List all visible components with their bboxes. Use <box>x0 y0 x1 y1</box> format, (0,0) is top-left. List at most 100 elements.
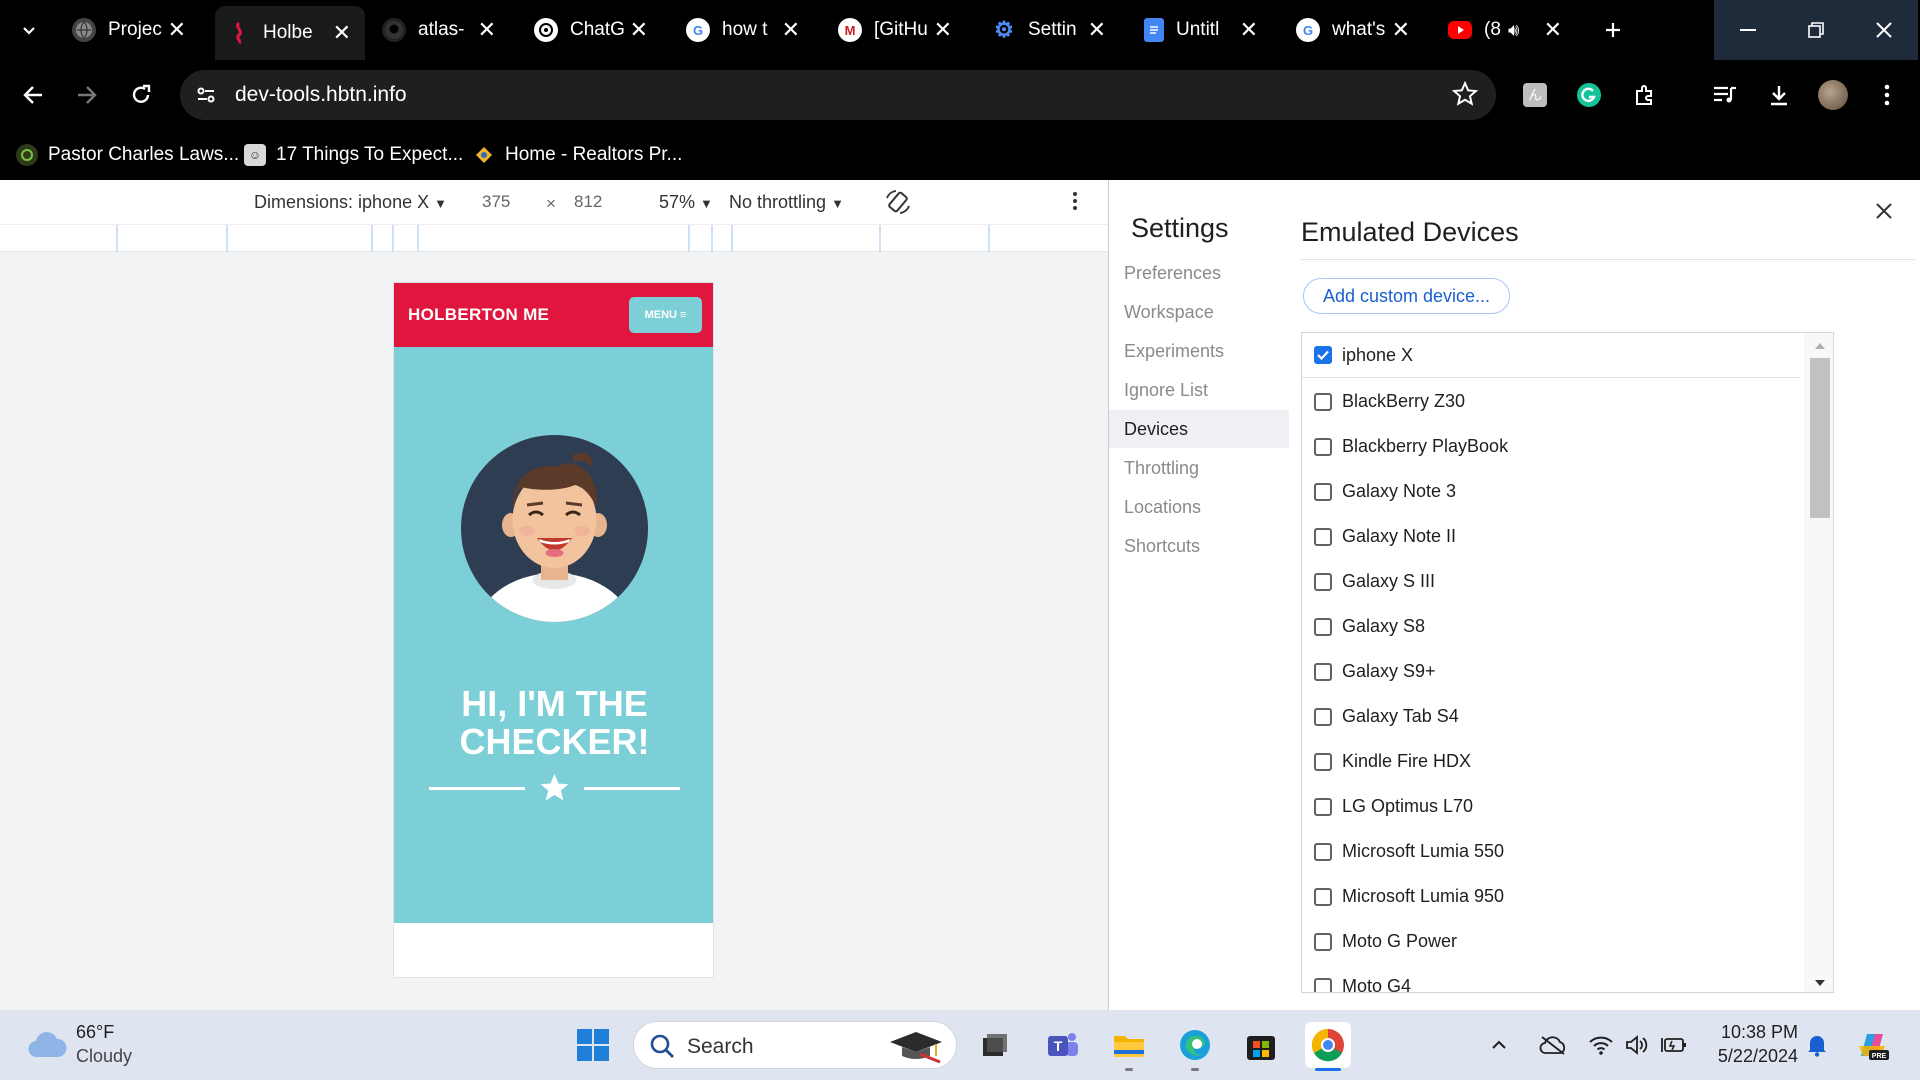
weather-temperature[interactable]: 66°F <box>76 1022 114 1043</box>
bookmark-realtors[interactable]: Home - Realtors Pr... <box>473 140 682 170</box>
tab-google-how[interactable]: G how t ✕ <box>674 8 814 52</box>
settings-nav-workspace[interactable]: Workspace <box>1109 293 1289 331</box>
device-checkbox[interactable] <box>1314 797 1332 816</box>
close-window-button[interactable] <box>1850 0 1918 60</box>
volume-button[interactable] <box>1620 1025 1654 1065</box>
tab-search-button[interactable] <box>12 13 46 47</box>
close-tab-icon[interactable]: ✕ <box>1240 17 1258 43</box>
weather-description[interactable]: Cloudy <box>76 1046 132 1067</box>
edge-button[interactable] <box>1175 1025 1215 1065</box>
throttling-select[interactable]: No throttling ▼ <box>729 192 844 213</box>
onedrive-button[interactable] <box>1536 1025 1570 1065</box>
tab-untitled-doc[interactable]: Untitl ✕ <box>1132 8 1272 52</box>
add-custom-device-button[interactable]: Add custom device... <box>1303 278 1510 314</box>
tab-google-whats[interactable]: G what's ✕ <box>1284 8 1424 52</box>
device-checkbox[interactable] <box>1314 887 1332 906</box>
clock-date[interactable]: 5/22/2024 <box>1700 1046 1798 1067</box>
bookmark-pastor[interactable]: Pastor Charles Laws... <box>16 140 239 170</box>
store-button[interactable] <box>1241 1025 1281 1065</box>
restore-button[interactable] <box>1782 0 1850 60</box>
tab-youtube[interactable]: (8 🔊︎ ✕ <box>1436 8 1576 52</box>
close-tab-icon[interactable]: ✕ <box>1088 17 1106 43</box>
settings-nav-locations[interactable]: Locations <box>1109 488 1289 526</box>
device-row[interactable]: Galaxy S III <box>1302 559 1800 604</box>
settings-nav-experiments[interactable]: Experiments <box>1109 332 1289 370</box>
scroll-down-icon[interactable] <box>1814 978 1826 988</box>
chrome-menu-button[interactable] <box>1870 78 1904 112</box>
close-tab-icon[interactable]: ✕ <box>1392 17 1410 43</box>
settings-nav-shortcuts[interactable]: Shortcuts <box>1109 527 1289 565</box>
taskbar-search[interactable]: Search <box>633 1021 957 1069</box>
settings-nav-throttling[interactable]: Throttling <box>1109 449 1289 487</box>
rotate-button[interactable] <box>884 188 912 221</box>
teams-button[interactable]: T <box>1043 1025 1083 1065</box>
device-row[interactable]: Microsoft Lumia 950 <box>1302 874 1800 919</box>
copilot-button[interactable]: PRE <box>1852 1025 1892 1065</box>
minimize-button[interactable] <box>1714 0 1782 60</box>
speaker-icon[interactable]: 🔊︎ <box>1508 20 1519 41</box>
wifi-button[interactable] <box>1584 1025 1618 1065</box>
file-explorer-button[interactable] <box>1109 1025 1149 1065</box>
task-view-button[interactable] <box>974 1025 1014 1065</box>
height-input[interactable]: 812 <box>574 192 602 212</box>
hidden-icons-button[interactable] <box>1486 1025 1512 1065</box>
new-tab-button[interactable] <box>1596 13 1630 47</box>
device-checkbox[interactable] <box>1314 617 1332 636</box>
profile-button[interactable] <box>1816 78 1850 112</box>
close-tab-icon[interactable]: ✕ <box>630 17 648 43</box>
device-row[interactable]: Moto G4 <box>1302 964 1800 992</box>
menu-button[interactable]: MENU ≡ <box>629 297 702 333</box>
device-row[interactable]: LG Optimus L70 <box>1302 784 1800 829</box>
dimensions-select[interactable]: Dimensions: iphone X ▼ <box>254 192 447 213</box>
close-tab-icon[interactable]: ✕ <box>1544 17 1562 43</box>
device-row[interactable]: Galaxy Tab S4 <box>1302 694 1800 739</box>
back-button[interactable] <box>16 78 50 112</box>
emulated-device-screen[interactable]: HOLBERTON ME MENU ≡ HI, I'M THE CHECKER! <box>393 282 714 978</box>
device-row[interactable]: Galaxy Note II <box>1302 514 1800 559</box>
device-checkbox[interactable] <box>1314 932 1332 951</box>
close-tab-icon[interactable]: ✕ <box>782 17 800 43</box>
notifications-button[interactable] <box>1800 1025 1834 1065</box>
site-info-icon[interactable] <box>194 83 218 112</box>
address-bar[interactable]: dev-tools.hbtn.info <box>180 70 1496 120</box>
device-checkbox[interactable] <box>1314 437 1332 456</box>
settings-nav-preferences[interactable]: Preferences <box>1109 254 1289 292</box>
settings-nav-ignore-list[interactable]: Ignore List <box>1109 371 1289 409</box>
scrollbar-thumb[interactable] <box>1810 358 1830 518</box>
site-brand[interactable]: HOLBERTON ME <box>408 305 549 325</box>
close-tab-icon[interactable]: ✕ <box>333 20 351 46</box>
device-checkbox[interactable] <box>1314 572 1332 591</box>
scroll-up-icon[interactable] <box>1814 341 1826 351</box>
device-checkbox[interactable] <box>1314 977 1332 992</box>
start-button[interactable] <box>573 1025 613 1065</box>
tab-chatgpt[interactable]: ChatG ✕ <box>522 8 662 52</box>
device-checkbox[interactable] <box>1314 346 1332 364</box>
width-input[interactable]: 375 <box>482 192 510 212</box>
device-checkbox[interactable] <box>1314 392 1332 411</box>
device-row[interactable]: iphone X <box>1302 333 1800 378</box>
device-row[interactable]: BlackBerry Z30 <box>1302 379 1800 424</box>
extensions-menu-button[interactable] <box>1628 78 1662 112</box>
device-row[interactable]: Microsoft Lumia 550 <box>1302 829 1800 874</box>
settings-nav-devices[interactable]: Devices <box>1109 410 1289 448</box>
close-tab-icon[interactable]: ✕ <box>478 17 496 43</box>
device-checkbox[interactable] <box>1314 842 1332 861</box>
device-checkbox[interactable] <box>1314 707 1332 726</box>
downloads-button[interactable] <box>1762 78 1796 112</box>
tab-projects[interactable]: Projec ✕ <box>60 8 200 52</box>
url-text[interactable]: dev-tools.hbtn.info <box>235 83 407 107</box>
tab-github-mail[interactable]: M [GitHu ✕ <box>826 8 966 52</box>
tab-settings[interactable]: ⚙ Settin ✕ <box>980 8 1120 52</box>
device-row[interactable]: Galaxy S9+ <box>1302 649 1800 694</box>
weather-widget[interactable] <box>24 1025 70 1065</box>
chrome-button[interactable] <box>1305 1022 1351 1068</box>
forward-button[interactable] <box>70 78 104 112</box>
settings-close-button[interactable] <box>1869 196 1899 226</box>
device-checkbox[interactable] <box>1314 527 1332 546</box>
device-row[interactable]: Kindle Fire HDX <box>1302 739 1800 784</box>
extension-button[interactable]: ん <box>1518 78 1552 112</box>
bookmark-star-icon[interactable] <box>1451 80 1479 112</box>
grammarly-button[interactable] <box>1572 78 1606 112</box>
device-row[interactable]: Galaxy Note 3 <box>1302 469 1800 514</box>
device-checkbox[interactable] <box>1314 662 1332 681</box>
